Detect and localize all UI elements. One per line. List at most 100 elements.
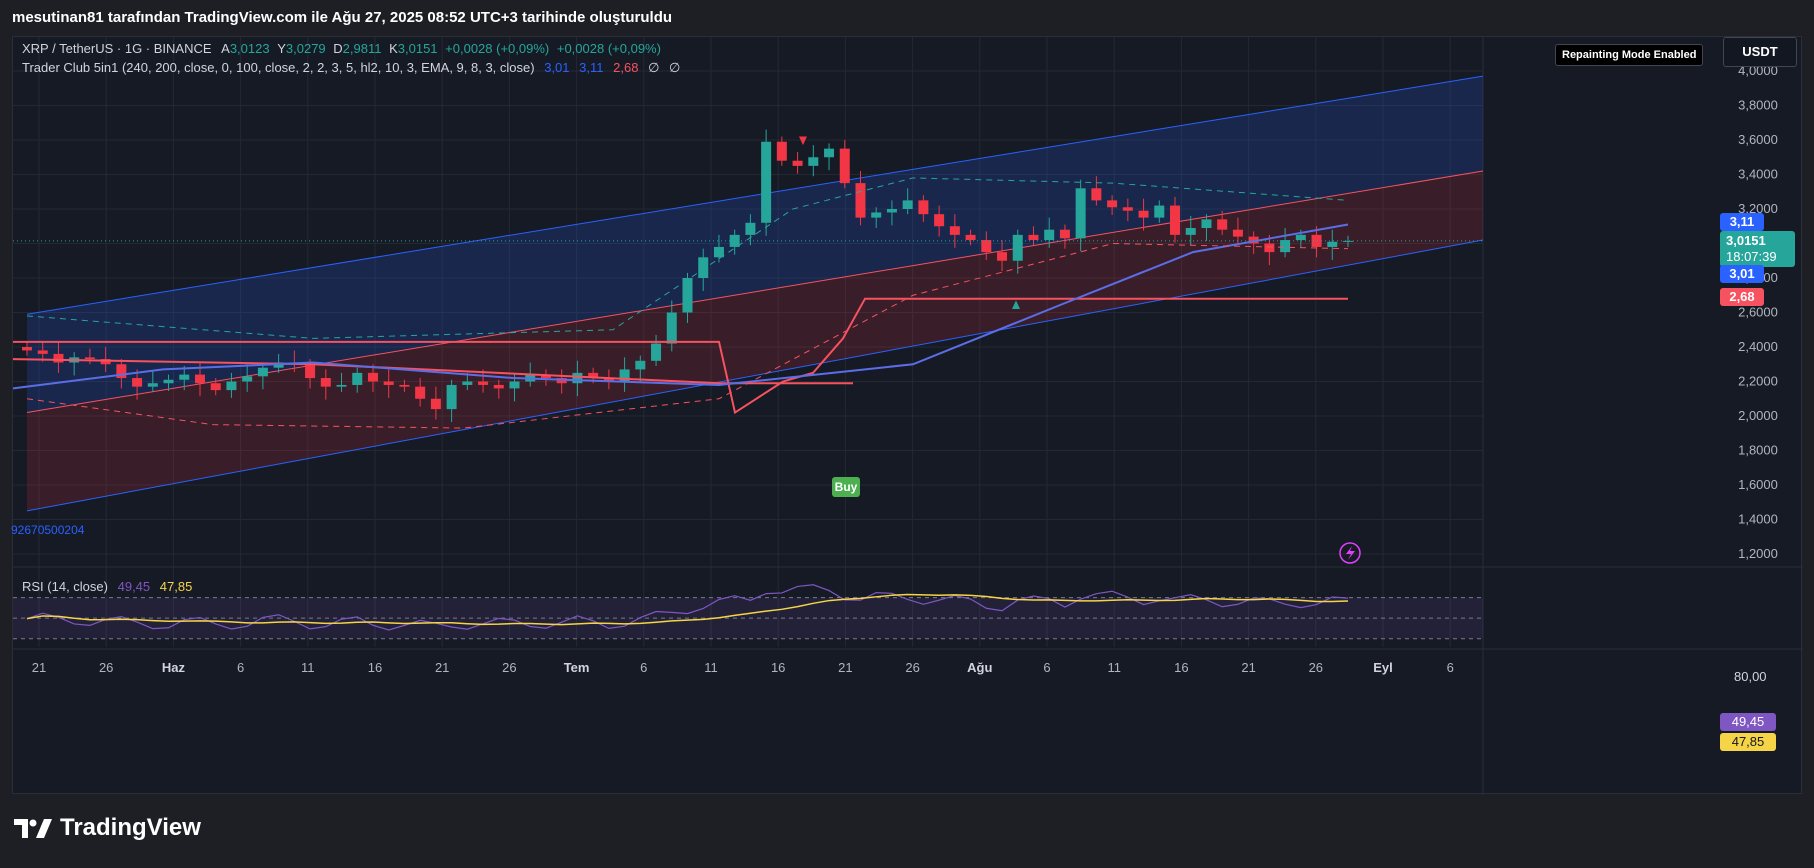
candle-body	[1327, 241, 1338, 247]
indicator-name[interactable]: Trader Club 5in1 (240, 200, close, 0, 10…	[22, 60, 535, 75]
high-value: 3,0279	[285, 41, 326, 56]
candle-body	[886, 209, 897, 213]
x-tick-label: 16	[1174, 660, 1188, 675]
candle-body	[934, 214, 945, 227]
upper-band-price-label: 3,11	[1720, 213, 1764, 231]
open-label: A	[221, 41, 230, 56]
x-tick-label: 26	[1309, 660, 1323, 675]
candle-body	[1264, 243, 1275, 253]
indicator-value-5: ∅	[669, 60, 681, 75]
change-value: +0,0028 (+0,09%)	[445, 41, 550, 56]
candle-body	[1280, 240, 1291, 253]
bar-countdown: 18:07:39	[1726, 249, 1777, 264]
x-tick-label: Tem	[564, 660, 590, 675]
candle-body	[1028, 234, 1039, 241]
close-label: K	[389, 41, 398, 56]
chart-svg[interactable]: 21 26 Haz 6 11 16 21 26 Tem 6 11 16 21 26 Ağu 6 11 16 21 26…	[13, 37, 1803, 795]
x-tick-label: Ağu	[967, 660, 992, 675]
x-tick-label: 26	[99, 660, 113, 675]
candle-body	[1107, 200, 1118, 208]
indicator-value-1: 3,01	[544, 60, 570, 75]
candle-body	[682, 278, 693, 313]
last-price-label: 3,0151 18:07:39	[1720, 231, 1795, 267]
candle-body	[1122, 207, 1133, 211]
candle-body	[415, 386, 426, 399]
chart-frame[interactable]: 21 26 Haz 6 11 16 21 26 Tem 6 11 16 21 26 Ağu 6 11 16 21 26…	[11, 36, 1803, 795]
candle-body	[871, 212, 882, 218]
candle-body	[493, 384, 504, 389]
candle-body	[257, 367, 268, 377]
rsi-ma-badge: 47,85	[1720, 733, 1776, 751]
x-tick-label: Eyl	[1373, 660, 1393, 675]
x-tick-label: 6	[1043, 660, 1050, 675]
rsi-ma-value: 47,85	[159, 579, 193, 594]
y-tick-label: 2,6000	[1738, 305, 1778, 320]
candle-body	[1154, 205, 1165, 218]
x-tick-label: 11	[1107, 660, 1121, 675]
rsi-axis-top-label: 80,00	[1734, 669, 1767, 684]
candle-body	[839, 148, 850, 184]
candle-body	[194, 374, 205, 384]
x-tick-label: 21	[435, 660, 449, 675]
currency-button[interactable]: USDT	[1723, 37, 1797, 67]
x-tick-label: 21	[838, 660, 852, 675]
candle-body	[949, 226, 960, 235]
candle-body	[1201, 219, 1212, 228]
candle-body	[651, 343, 662, 361]
candle-body	[132, 378, 143, 387]
close-value: 3,0151	[397, 41, 438, 56]
candle-body	[226, 381, 237, 391]
candle-body	[37, 350, 48, 354]
tradingview-logo[interactable]: TradingView	[14, 814, 201, 842]
support-price-label: 2,68	[1720, 288, 1764, 306]
candle-body	[666, 312, 677, 344]
candle-body	[478, 381, 489, 385]
rsi-label[interactable]: RSI (14, close)	[22, 579, 108, 594]
rsi-value-badge: 49,45	[1720, 713, 1776, 731]
candle-body	[572, 372, 583, 384]
high-label: Y	[277, 41, 286, 56]
y-tick-label: 2,0000	[1738, 408, 1778, 423]
candle-body	[776, 141, 787, 161]
x-tick-label: 16	[368, 660, 382, 675]
y-tick-label: 3,4000	[1738, 167, 1778, 182]
x-tick-label: Haz	[162, 660, 186, 675]
candle-body	[698, 257, 709, 278]
candle-body	[509, 381, 520, 389]
x-tick-label: 26	[905, 660, 919, 675]
last-price-value: 3,0151	[1726, 233, 1766, 248]
candle-body	[210, 383, 221, 391]
side-value-label: 92670500204	[11, 523, 85, 537]
candle-body	[997, 252, 1008, 261]
candle-body	[808, 157, 819, 166]
candle-body	[824, 148, 835, 158]
candle-body	[1138, 210, 1149, 218]
candle-body	[1217, 219, 1228, 230]
candle-body	[1091, 188, 1102, 201]
candle-body	[1075, 188, 1086, 239]
candle-body	[1295, 234, 1306, 241]
indicator-legend: Trader Club 5in1 (240, 200, close, 0, 10…	[22, 60, 680, 76]
candle-body	[792, 160, 803, 166]
tradingview-logo-icon	[14, 819, 52, 838]
change-value-2: +0,0028 (+0,09%)	[556, 41, 661, 56]
candle-body	[761, 141, 772, 223]
candle-body	[902, 200, 913, 209]
sell-signal-triangle	[799, 136, 807, 146]
symbol-name[interactable]: XRP / TetherUS · 1G · BINANCE	[22, 41, 212, 56]
candle-body	[22, 347, 32, 351]
candle-body	[53, 353, 64, 363]
candle-body	[84, 357, 95, 360]
candle-body	[383, 381, 394, 385]
candle-body	[305, 364, 316, 379]
buy-signal-label: Buy	[832, 477, 860, 497]
candle-body	[635, 360, 646, 370]
repainting-mode-badge: Repainting Mode Enabled	[1555, 44, 1704, 66]
candle-body	[981, 240, 992, 253]
x-tick-label: 6	[237, 660, 244, 675]
y-tick-label: 1,8000	[1738, 443, 1778, 458]
candle-body	[1012, 234, 1023, 261]
candle-body	[1044, 229, 1055, 241]
candle-body	[745, 222, 756, 235]
y-tick-label: 1,4000	[1738, 512, 1778, 527]
